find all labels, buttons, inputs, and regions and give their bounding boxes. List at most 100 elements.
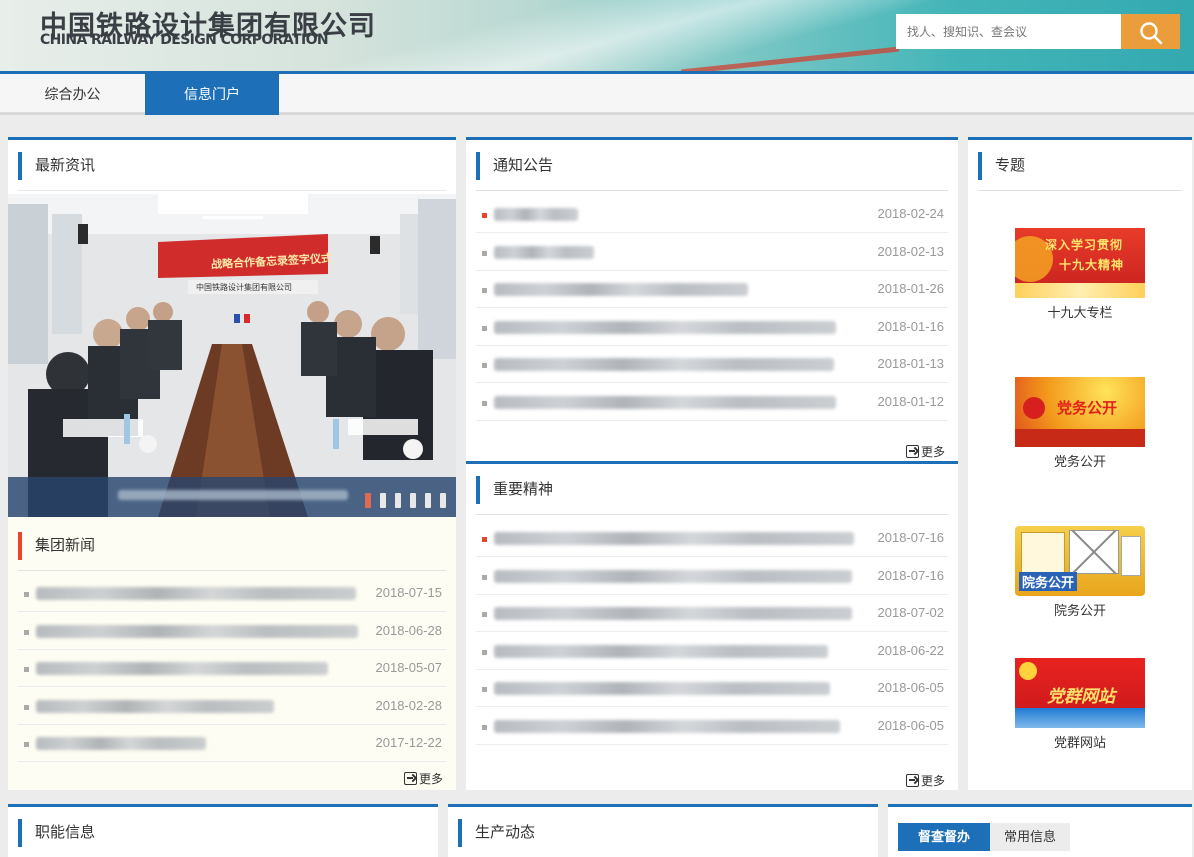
list-item[interactable]: 2018-02-13 [476, 234, 948, 271]
more-arrow-icon [404, 772, 417, 785]
topic-party-mass-website-image: 党群网站 [1015, 658, 1145, 728]
item-date: 2018-02-28 [375, 697, 443, 713]
list-bullet [482, 213, 487, 218]
topic-label: 院务公开 [1053, 603, 1106, 618]
list-item[interactable]: 2018-05-07 [18, 650, 446, 688]
redacted-title [494, 682, 830, 696]
company-logo-en: CHINA RAILWAY DESIGN CORPORATION [40, 32, 329, 48]
item-date: 2018-01-13 [877, 356, 945, 372]
list-item[interactable]: 2018-07-02 [476, 595, 948, 633]
item-date: 2018-06-22 [877, 642, 945, 658]
topic-institute-affairs[interactable]: 院务公开 院务公开 [1015, 526, 1145, 619]
carousel-dot[interactable] [440, 493, 446, 508]
notices-more-link[interactable]: 更多 [906, 443, 945, 460]
search-button[interactable] [1121, 14, 1180, 49]
carousel-dot[interactable] [380, 493, 386, 508]
list-item[interactable]: 2018-06-28 [18, 613, 446, 650]
search-input[interactable] [896, 14, 1122, 49]
redacted-title [36, 624, 358, 638]
list-bullet [24, 742, 29, 748]
list-bullet [482, 363, 487, 369]
redacted-title [36, 587, 356, 600]
notices-title: 通知公告 [476, 152, 553, 180]
item-date: 2018-01-16 [877, 318, 945, 334]
carousel-dot[interactable] [425, 493, 431, 508]
list-item[interactable]: 2018-07-16 [476, 558, 948, 595]
carousel-dot[interactable] [365, 493, 371, 508]
spirit-more-link[interactable]: 更多 [906, 772, 945, 789]
redacted-title [494, 644, 828, 658]
redacted-title [494, 320, 836, 334]
news-photo-carousel[interactable]: 战略合作备忘录签字仪式 中国铁路设计集团有限公司 [8, 194, 456, 517]
production-title: 生产动态 [458, 819, 535, 847]
list-bullet [482, 325, 487, 331]
list-bullet [482, 288, 487, 294]
functional-info-title: 职能信息 [18, 819, 95, 847]
list-item[interactable]: 2018-06-05 [476, 708, 948, 745]
tab-common-info[interactable]: 常用信息 [990, 823, 1070, 851]
redacted-title [494, 208, 578, 221]
list-item[interactable]: 2018-07-15 [18, 575, 446, 612]
item-date: 2018-02-24 [877, 206, 945, 221]
topics-title: 专题 [978, 152, 1025, 180]
list-item[interactable]: 2018-06-22 [476, 633, 948, 670]
topic-19th-congress-image: 深入学习贯彻 十九大精神 [1015, 228, 1145, 298]
tab-info-portal[interactable]: 信息门户 [145, 74, 279, 115]
item-date: 2018-07-16 [877, 530, 945, 545]
list-item[interactable]: 2018-06-05 [476, 670, 948, 708]
photo-subtitle-text: 中国铁路设计集团有限公司 [196, 283, 292, 292]
redacted-title [494, 283, 748, 297]
list-bullet [24, 704, 29, 710]
list-item[interactable]: 2018-01-13 [476, 346, 948, 384]
list-item[interactable]: 2018-02-28 [18, 688, 446, 725]
site-header: 中国铁路设计集团有限公司 CHINA RAILWAY DESIGN CORPOR… [0, 0, 1194, 72]
more-arrow-icon [906, 445, 919, 458]
list-item[interactable]: 2018-02-24 [476, 196, 948, 233]
item-date: 2018-07-02 [877, 605, 945, 621]
topics-panel: 专题 深入学习贯彻 十九大精神 十九大专栏 党务公开 党务公开 院务公开 院务公… [968, 137, 1192, 790]
list-item[interactable]: 2018-01-26 [476, 271, 948, 309]
list-item[interactable]: 2018-01-16 [476, 309, 948, 346]
item-date: 2018-06-05 [877, 680, 945, 696]
topic-party-mass-website[interactable]: 党群网站 党群网站 [1015, 658, 1145, 751]
functional-info-panel: 职能信息 [8, 804, 438, 857]
list-bullet [482, 574, 487, 580]
item-date: 2017-12-22 [375, 735, 443, 751]
topic-19th-congress[interactable]: 深入学习贯彻 十九大精神 十九大专栏 [1015, 228, 1145, 321]
meeting-photo [8, 194, 456, 517]
list-item[interactable]: 2018-01-12 [476, 384, 948, 421]
tab-general-office[interactable]: 综合办公 [0, 74, 145, 115]
redacted-title [494, 532, 854, 545]
tab-supervision[interactable]: 督查督办 [898, 823, 990, 851]
list-item[interactable]: 2017-12-22 [18, 725, 446, 763]
redacted-title [36, 699, 274, 713]
topic-label: 十九大专栏 [1047, 305, 1113, 320]
photo-caption-blur [118, 490, 348, 500]
list-item[interactable]: 2018-07-16 [476, 520, 948, 557]
item-date: 2018-01-26 [877, 281, 945, 297]
topic-label: 党群网站 [1053, 735, 1106, 750]
carousel-dot[interactable] [410, 493, 416, 508]
list-bullet [482, 401, 487, 406]
redacted-title [494, 607, 852, 621]
search-icon [1140, 22, 1163, 45]
latest-news-panel: 最新资讯 战略合作备忘录签字仪式 中国铁路设计集团有限公司 集团新闻 2018-… [8, 137, 456, 790]
list-bullet [482, 612, 487, 618]
item-date: 2018-07-15 [375, 585, 443, 600]
redacted-title [494, 245, 594, 259]
topic-party-affairs[interactable]: 党务公开 党务公开 [1015, 377, 1145, 470]
item-date: 2018-06-05 [877, 718, 945, 733]
item-date: 2018-06-28 [375, 622, 443, 638]
redacted-title [36, 662, 328, 676]
carousel-dot[interactable] [395, 493, 401, 508]
important-spirit-title: 重要精神 [476, 476, 553, 504]
latest-news-title: 最新资讯 [18, 152, 95, 180]
group-news-more-link[interactable]: 更多 [404, 770, 443, 787]
redacted-title [494, 396, 836, 409]
notices-panel: 通知公告 2018-02-24 2018-02-13 2018-01-26 2018-… [466, 137, 958, 461]
production-panel: 生产动态 [448, 804, 878, 857]
topic-party-affairs-image: 党务公开 [1015, 377, 1145, 447]
list-bullet [482, 537, 487, 542]
list-bullet [482, 250, 487, 256]
more-arrow-icon [906, 774, 919, 787]
